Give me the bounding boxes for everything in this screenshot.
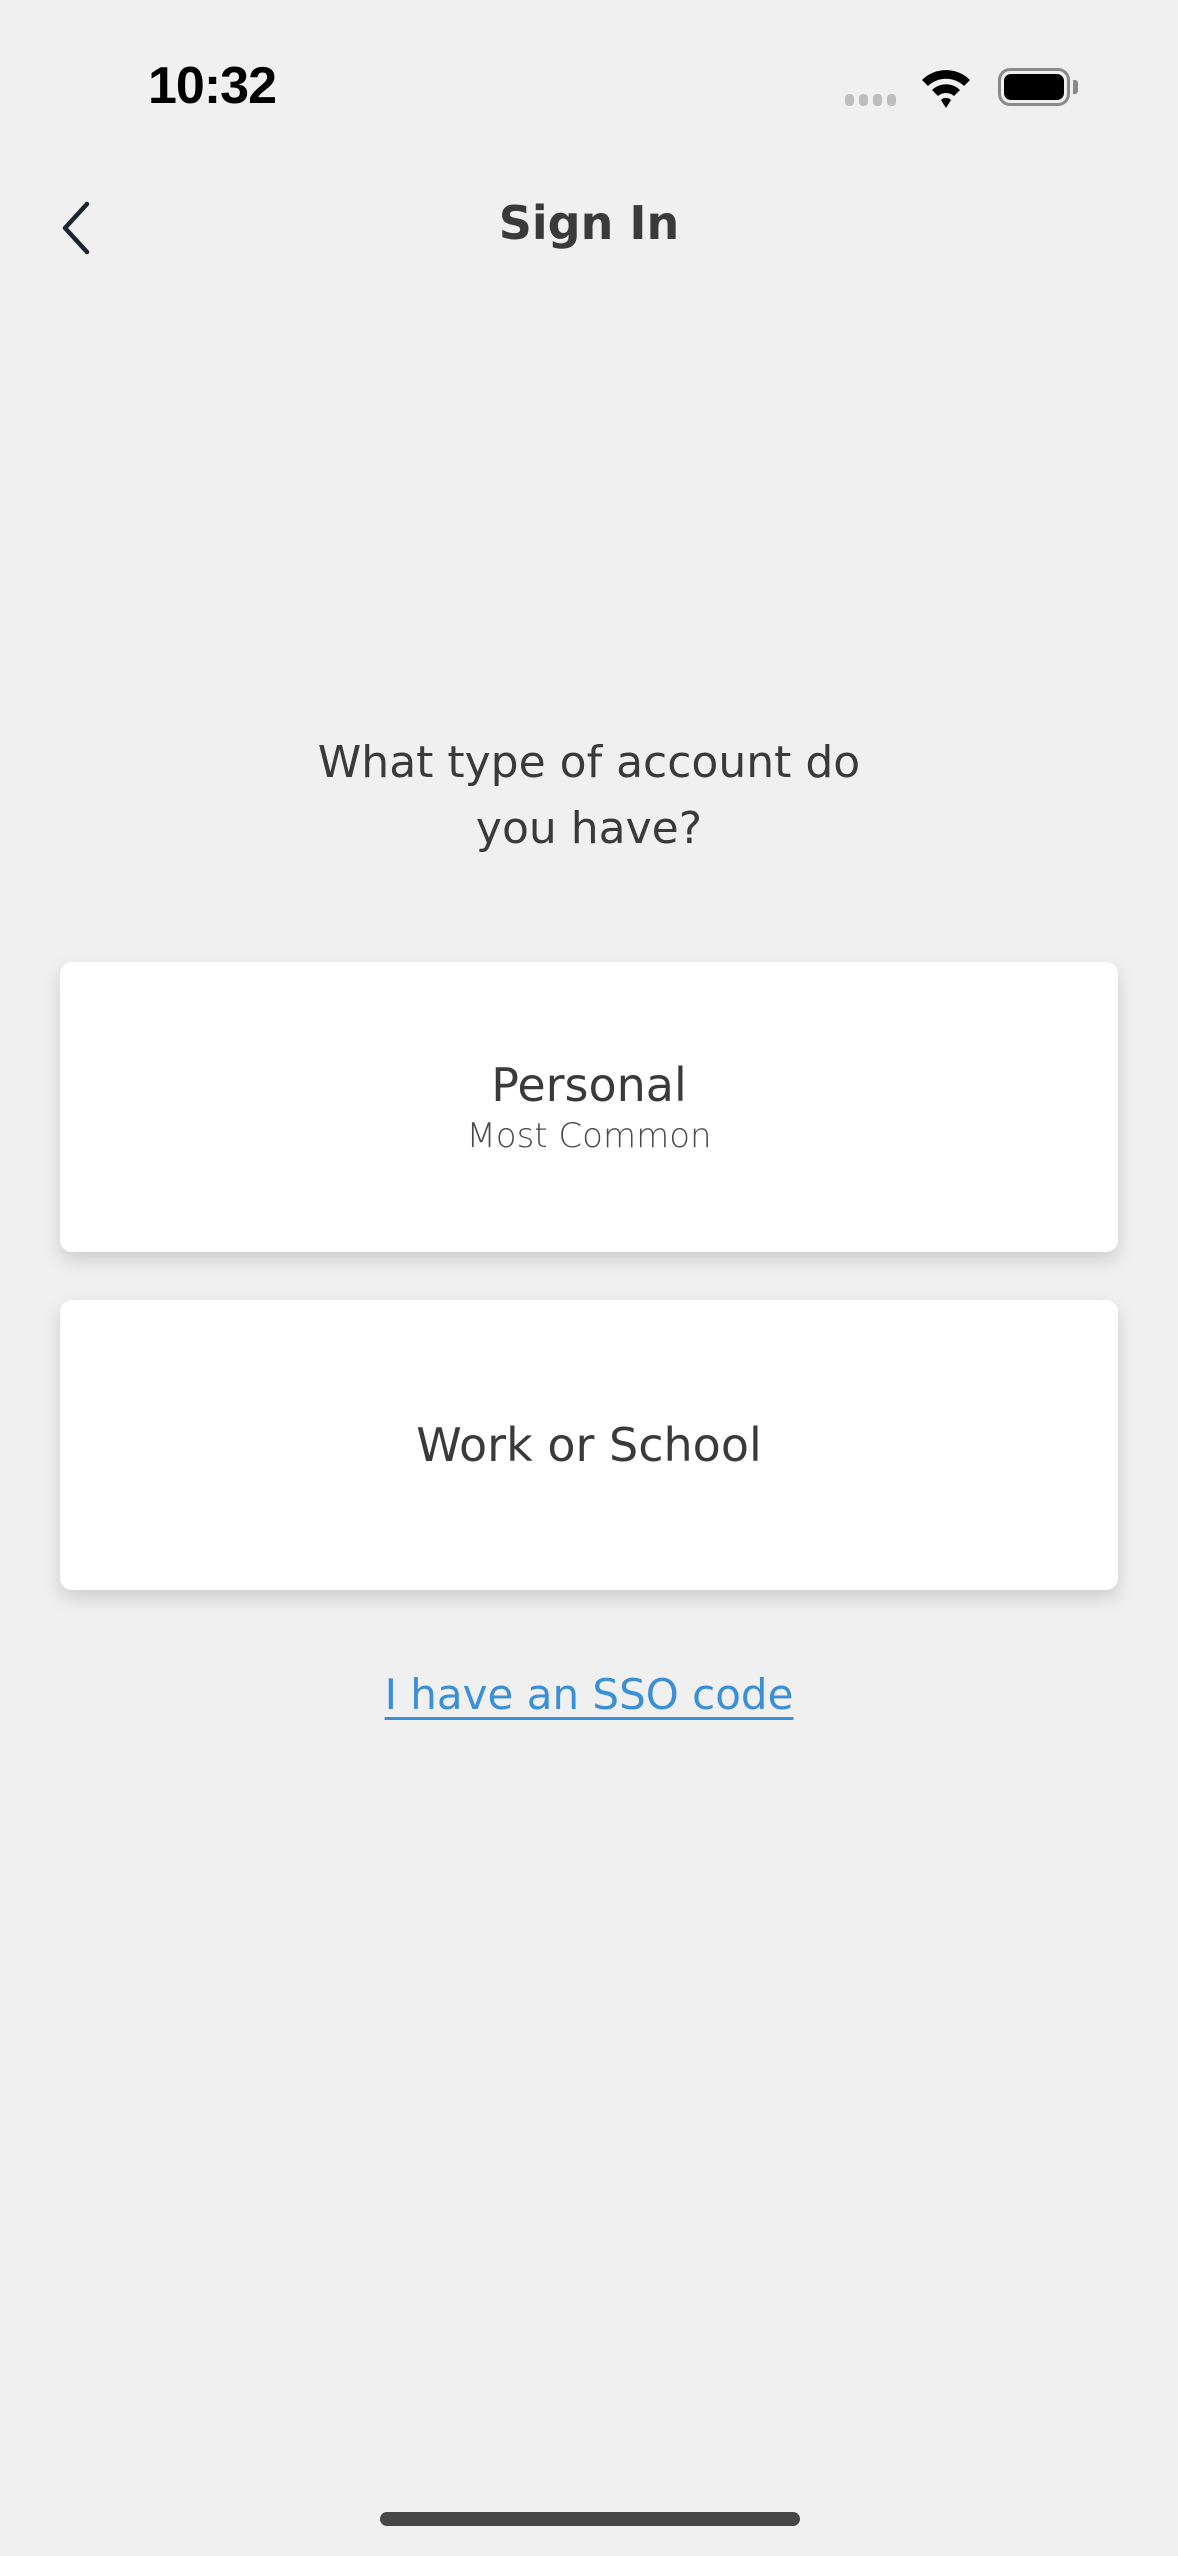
- battery-tip: [1073, 80, 1078, 94]
- question-line-2: you have?: [475, 803, 703, 854]
- personal-account-button[interactable]: Personal Most Common: [60, 962, 1118, 1252]
- home-indicator[interactable]: [380, 2512, 800, 2526]
- account-type-question: What type of account do you have?: [200, 730, 978, 862]
- personal-sublabel: Most Common: [466, 1116, 712, 1156]
- work-or-school-account-button[interactable]: Work or School: [60, 1300, 1118, 1590]
- sso-link-container: I have an SSO code: [0, 1670, 1178, 1719]
- battery-icon: [998, 68, 1070, 106]
- personal-label: Personal: [491, 1058, 687, 1112]
- status-time: 10:32: [148, 57, 277, 115]
- question-line-1: What type of account do: [317, 737, 861, 788]
- sso-code-link[interactable]: I have an SSO code: [385, 1670, 794, 1719]
- work-or-school-label: Work or School: [416, 1418, 762, 1472]
- page-title: Sign In: [498, 196, 680, 250]
- cellular-signal-icon: [845, 94, 896, 106]
- wifi-icon: [922, 70, 970, 108]
